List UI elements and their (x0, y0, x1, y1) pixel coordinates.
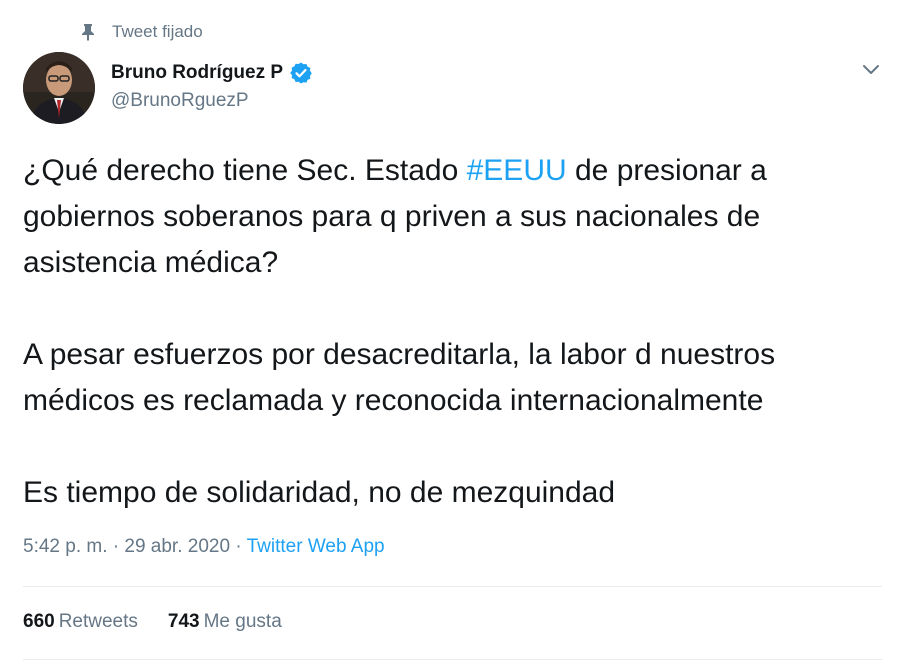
tweet-source-link[interactable]: Twitter Web App (247, 536, 385, 557)
tweet-text-segment: ¿Qué derecho tiene Sec. Estado (23, 154, 467, 187)
pin-icon (80, 23, 96, 41)
author-display-name[interactable]: Bruno Rodríguez P (111, 62, 283, 84)
retweets-stat[interactable]: 660 Retweets (23, 611, 138, 633)
author-handle[interactable]: @BrunoRguezP (111, 90, 313, 112)
pinned-tweet-indicator: Tweet fijado (80, 22, 203, 42)
hashtag-link[interactable]: #EEUU (467, 154, 567, 187)
tweet-metadata: 5:42 p. m. · 29 abr. 2020 · Twitter Web … (23, 536, 385, 558)
chevron-down-icon[interactable] (860, 58, 882, 80)
tweet-paragraph-2: A pesar esfuerzos por desacreditarla, la… (23, 338, 776, 417)
divider (23, 586, 882, 587)
likes-label: Me gusta (203, 611, 282, 632)
retweets-label: Retweets (58, 611, 138, 632)
likes-count: 743 (167, 611, 200, 632)
tweet-stats: 660 Retweets 743 Me gusta (23, 611, 312, 633)
tweet-time[interactable]: 5:42 p. m. (23, 536, 108, 557)
divider (23, 659, 882, 660)
verified-badge-icon (289, 61, 313, 85)
tweet-date[interactable]: 29 abr. 2020 (124, 536, 230, 557)
retweets-count: 660 (23, 611, 55, 632)
tweet-paragraph-3: Es tiempo de solidaridad, no de mezquind… (23, 476, 616, 509)
pinned-label: Tweet fijado (112, 22, 203, 41)
tweet-paragraph-1: ¿Qué derecho tiene Sec. Estado #EEUU de … (23, 148, 888, 286)
tweet-author[interactable]: Bruno Rodríguez P @BrunoRguezP (111, 58, 313, 112)
likes-stat[interactable]: 743 Me gusta (168, 611, 282, 633)
meta-separator: · (230, 536, 247, 557)
avatar[interactable] (23, 52, 95, 124)
meta-separator: · (107, 536, 125, 557)
tweet-text: ¿Qué derecho tiene Sec. Estado #EEUU de … (23, 148, 888, 516)
